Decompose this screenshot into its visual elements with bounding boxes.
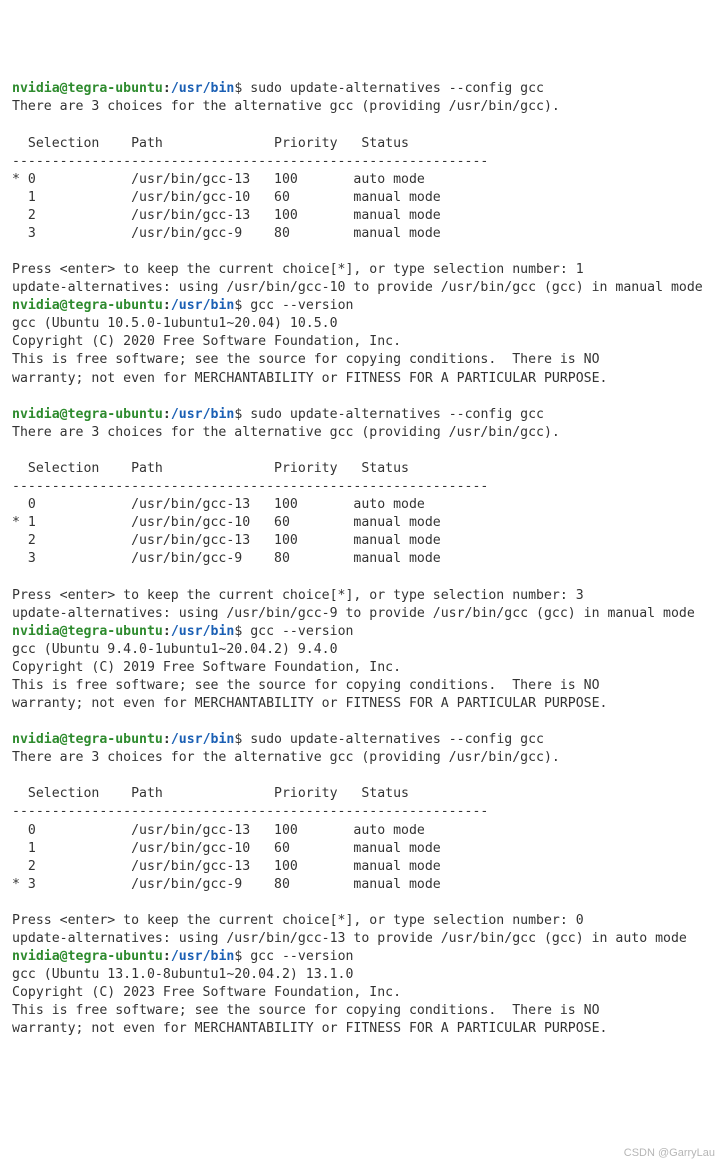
output-line: warranty; not even for MERCHANTABILITY o… [12,1021,607,1036]
table-row: 0 /usr/bin/gcc-13 100 auto mode [12,497,425,512]
table-row: * 3 /usr/bin/gcc-9 80 manual mode [12,877,441,892]
output-line: warranty; not even for MERCHANTABILITY o… [12,696,607,711]
selection-prompt: Press <enter> to keep the current choice… [12,913,584,928]
output-line: Copyright (C) 2020 Free Software Foundat… [12,334,401,349]
output-line: There are 3 choices for the alternative … [12,99,560,114]
command-config: sudo update-alternatives --config gcc [242,407,544,422]
table-row: 2 /usr/bin/gcc-13 100 manual mode [12,533,441,548]
prompt-path: /usr/bin [171,298,235,313]
table-divider: ----------------------------------------… [12,479,488,494]
table-row: 3 /usr/bin/gcc-9 80 manual mode [12,226,441,241]
output-line: This is free software; see the source fo… [12,678,600,693]
prompt-sep1: : [163,624,171,639]
prompt-user: nvidia@tegra-ubuntu [12,624,163,639]
prompt-path: /usr/bin [171,949,235,964]
prompt-user: nvidia@tegra-ubuntu [12,407,163,422]
output-line: warranty; not even for MERCHANTABILITY o… [12,371,607,386]
output-line: gcc (Ubuntu 13.1.0-8ubuntu1~20.04.2) 13.… [12,967,353,982]
table-row: * 0 /usr/bin/gcc-13 100 auto mode [12,172,425,187]
terminal-output: nvidia@tegra-ubuntu:/usr/bin$ sudo updat… [12,80,715,1038]
command-config: sudo update-alternatives --config gcc [242,81,544,96]
selection-prompt: Press <enter> to keep the current choice… [12,588,584,603]
prompt-user: nvidia@tegra-ubuntu [12,949,163,964]
command-version: gcc --version [242,298,353,313]
selection-prompt: Press <enter> to keep the current choice… [12,262,584,277]
table-row: 2 /usr/bin/gcc-13 100 manual mode [12,859,441,874]
prompt-sep1: : [163,298,171,313]
prompt-sep1: : [163,949,171,964]
output-line: Copyright (C) 2019 Free Software Foundat… [12,660,401,675]
output-line: update-alternatives: using /usr/bin/gcc-… [12,606,695,621]
prompt-path: /usr/bin [171,81,235,96]
prompt-sep1: : [163,81,171,96]
table-row: 0 /usr/bin/gcc-13 100 auto mode [12,823,425,838]
watermark-text: CSDN @GarryLau [624,1146,715,1161]
output-line: update-alternatives: using /usr/bin/gcc-… [12,931,687,946]
prompt-sep1: : [163,407,171,422]
prompt-user: nvidia@tegra-ubuntu [12,298,163,313]
output-line: gcc (Ubuntu 10.5.0-1ubuntu1~20.04) 10.5.… [12,316,338,331]
output-line: Copyright (C) 2023 Free Software Foundat… [12,985,401,1000]
table-row: 1 /usr/bin/gcc-10 60 manual mode [12,190,441,205]
table-divider: ----------------------------------------… [12,154,488,169]
table-divider: ----------------------------------------… [12,804,488,819]
output-line: update-alternatives: using /usr/bin/gcc-… [12,280,703,295]
table-header: Selection Path Priority Status [12,136,409,151]
table-header: Selection Path Priority Status [12,461,409,476]
output-line: There are 3 choices for the alternative … [12,750,560,765]
table-row: 3 /usr/bin/gcc-9 80 manual mode [12,551,441,566]
prompt-user: nvidia@tegra-ubuntu [12,81,163,96]
table-row: 2 /usr/bin/gcc-13 100 manual mode [12,208,441,223]
table-row: * 1 /usr/bin/gcc-10 60 manual mode [12,515,441,530]
prompt-path: /usr/bin [171,407,235,422]
output-line: gcc (Ubuntu 9.4.0-1ubuntu1~20.04.2) 9.4.… [12,642,338,657]
table-row: 1 /usr/bin/gcc-10 60 manual mode [12,841,441,856]
prompt-user: nvidia@tegra-ubuntu [12,732,163,747]
prompt-sep1: : [163,732,171,747]
command-version: gcc --version [242,624,353,639]
prompt-path: /usr/bin [171,732,235,747]
output-line: There are 3 choices for the alternative … [12,425,560,440]
output-line: This is free software; see the source fo… [12,352,600,367]
command-version: gcc --version [242,949,353,964]
prompt-path: /usr/bin [171,624,235,639]
command-config: sudo update-alternatives --config gcc [242,732,544,747]
table-header: Selection Path Priority Status [12,786,409,801]
output-line: This is free software; see the source fo… [12,1003,600,1018]
